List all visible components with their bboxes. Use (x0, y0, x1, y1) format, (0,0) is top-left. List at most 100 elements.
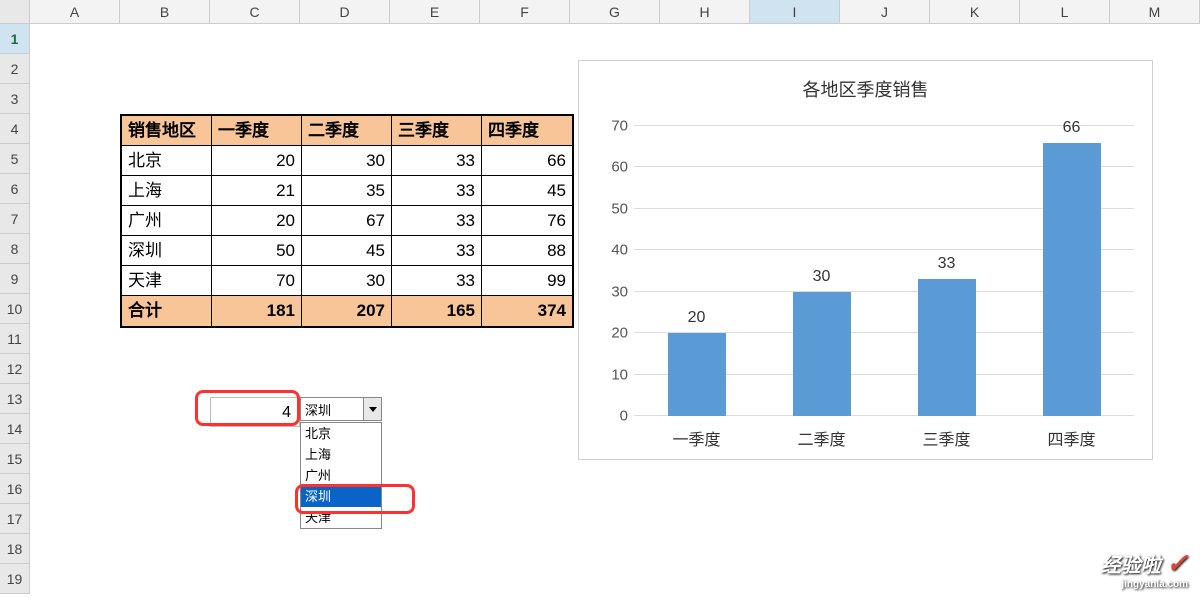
table-cell[interactable]: 45 (482, 176, 572, 206)
spreadsheet-grid: A B C D E F G H I J K L M 1 2 3 4 5 6 7 … (0, 0, 1200, 598)
col-header-G[interactable]: G (570, 0, 660, 23)
table-cell[interactable]: 33 (392, 236, 482, 266)
chevron-down-icon (368, 404, 378, 414)
total-cell[interactable]: 207 (302, 296, 392, 326)
table-cell[interactable]: 88 (482, 236, 572, 266)
row-header[interactable]: 7 (0, 204, 30, 234)
sales-bar-chart[interactable]: 各地区季度销售 0 10 20 30 40 50 60 70 20303366 … (578, 60, 1153, 460)
row-header[interactable]: 3 (0, 84, 30, 114)
row-header[interactable]: 4 (0, 114, 30, 144)
table-cell[interactable]: 33 (392, 266, 482, 296)
y-axis-tick: 40 (599, 242, 634, 259)
header-region[interactable]: 销售地区 (122, 116, 212, 146)
table-cell[interactable]: 北京 (122, 146, 212, 176)
col-header-H[interactable]: H (660, 0, 750, 23)
dropdown-option[interactable]: 上海 (301, 444, 381, 465)
highlight-annotation (295, 484, 415, 514)
chart-bar[interactable]: 66 (1037, 119, 1107, 416)
table-cell[interactable]: 30 (302, 146, 392, 176)
row-header[interactable]: 15 (0, 444, 30, 474)
total-label[interactable]: 合计 (122, 296, 212, 326)
table-cell[interactable]: 35 (302, 176, 392, 206)
col-header-M[interactable]: M (1110, 0, 1200, 23)
row-header[interactable]: 19 (0, 564, 30, 594)
table-cell[interactable]: 67 (302, 206, 392, 236)
chart-plot-area: 0 10 20 30 40 50 60 70 20303366 (634, 126, 1134, 416)
column-headers: A B C D E F G H I J K L M (0, 0, 1200, 24)
col-header-L[interactable]: L (1020, 0, 1110, 23)
table-cell[interactable]: 45 (302, 236, 392, 266)
y-axis-tick: 10 (599, 366, 634, 383)
table-cell[interactable]: 20 (212, 206, 302, 236)
dropdown-option[interactable]: 广州 (301, 465, 381, 486)
row-header[interactable]: 14 (0, 414, 30, 444)
header-q1[interactable]: 一季度 (212, 116, 302, 146)
row-header[interactable]: 8 (0, 234, 30, 264)
y-axis-tick: 0 (599, 408, 634, 425)
y-axis-tick: 50 (599, 200, 634, 217)
table-cell[interactable]: 33 (392, 176, 482, 206)
table-cell[interactable]: 99 (482, 266, 572, 296)
row-header[interactable]: 18 (0, 534, 30, 564)
chart-bar[interactable]: 33 (912, 255, 982, 416)
dropdown-option[interactable]: 北京 (301, 423, 381, 444)
chart-data-label: 20 (688, 309, 706, 327)
col-header-B[interactable]: B (120, 0, 210, 23)
row-header[interactable]: 1 (0, 24, 30, 54)
region-combobox[interactable]: 深圳 (300, 397, 382, 421)
col-header-K[interactable]: K (930, 0, 1020, 23)
check-icon: ✓ (1166, 548, 1188, 578)
table-cell[interactable]: 天津 (122, 266, 212, 296)
row-header[interactable]: 9 (0, 264, 30, 294)
total-cell[interactable]: 165 (392, 296, 482, 326)
highlight-annotation (195, 390, 300, 426)
chart-data-label: 66 (1063, 119, 1081, 137)
header-q4[interactable]: 四季度 (482, 116, 572, 146)
x-axis-label: 二季度 (787, 426, 857, 450)
table-cell[interactable]: 70 (212, 266, 302, 296)
sales-table[interactable]: 销售地区 一季度 二季度 三季度 四季度 北京 20 30 33 66 上海 2… (120, 114, 574, 328)
row-header[interactable]: 16 (0, 474, 30, 504)
table-cell[interactable]: 50 (212, 236, 302, 266)
x-axis-label: 一季度 (662, 426, 732, 450)
y-axis-tick: 30 (599, 283, 634, 300)
col-header-C[interactable]: C (210, 0, 300, 23)
col-header-E[interactable]: E (390, 0, 480, 23)
combobox-dropdown-button[interactable] (363, 398, 381, 420)
col-header-I[interactable]: I (750, 0, 840, 23)
table-cell[interactable]: 深圳 (122, 236, 212, 266)
y-axis-tick: 70 (599, 118, 634, 135)
row-header[interactable]: 6 (0, 174, 30, 204)
row-header[interactable]: 17 (0, 504, 30, 534)
chart-bar[interactable]: 20 (662, 309, 732, 416)
col-header-D[interactable]: D (300, 0, 390, 23)
y-axis-tick: 20 (599, 325, 634, 342)
table-cell[interactable]: 33 (392, 206, 482, 236)
row-header[interactable]: 11 (0, 324, 30, 354)
select-all-corner[interactable] (0, 0, 30, 23)
table-cell[interactable]: 广州 (122, 206, 212, 236)
table-cell[interactable]: 20 (212, 146, 302, 176)
col-header-F[interactable]: F (480, 0, 570, 23)
row-header[interactable]: 5 (0, 144, 30, 174)
row-header[interactable]: 13 (0, 384, 30, 414)
total-cell[interactable]: 374 (482, 296, 572, 326)
table-cell[interactable]: 76 (482, 206, 572, 236)
row-header[interactable]: 12 (0, 354, 30, 384)
chart-bar[interactable]: 30 (787, 268, 857, 416)
table-cell[interactable]: 21 (212, 176, 302, 206)
row-header[interactable]: 2 (0, 54, 30, 84)
chart-title: 各地区季度销售 (579, 76, 1152, 102)
row-header[interactable]: 10 (0, 294, 30, 324)
col-header-A[interactable]: A (30, 0, 120, 23)
col-header-J[interactable]: J (840, 0, 930, 23)
table-cell[interactable]: 33 (392, 146, 482, 176)
table-cell[interactable]: 30 (302, 266, 392, 296)
y-axis-tick: 60 (599, 159, 634, 176)
table-cell[interactable]: 66 (482, 146, 572, 176)
table-cell[interactable]: 上海 (122, 176, 212, 206)
header-q3[interactable]: 三季度 (392, 116, 482, 146)
header-q2[interactable]: 二季度 (302, 116, 392, 146)
watermark: 经验啦 ✓ jingyanla.com (1101, 548, 1188, 590)
total-cell[interactable]: 181 (212, 296, 302, 326)
